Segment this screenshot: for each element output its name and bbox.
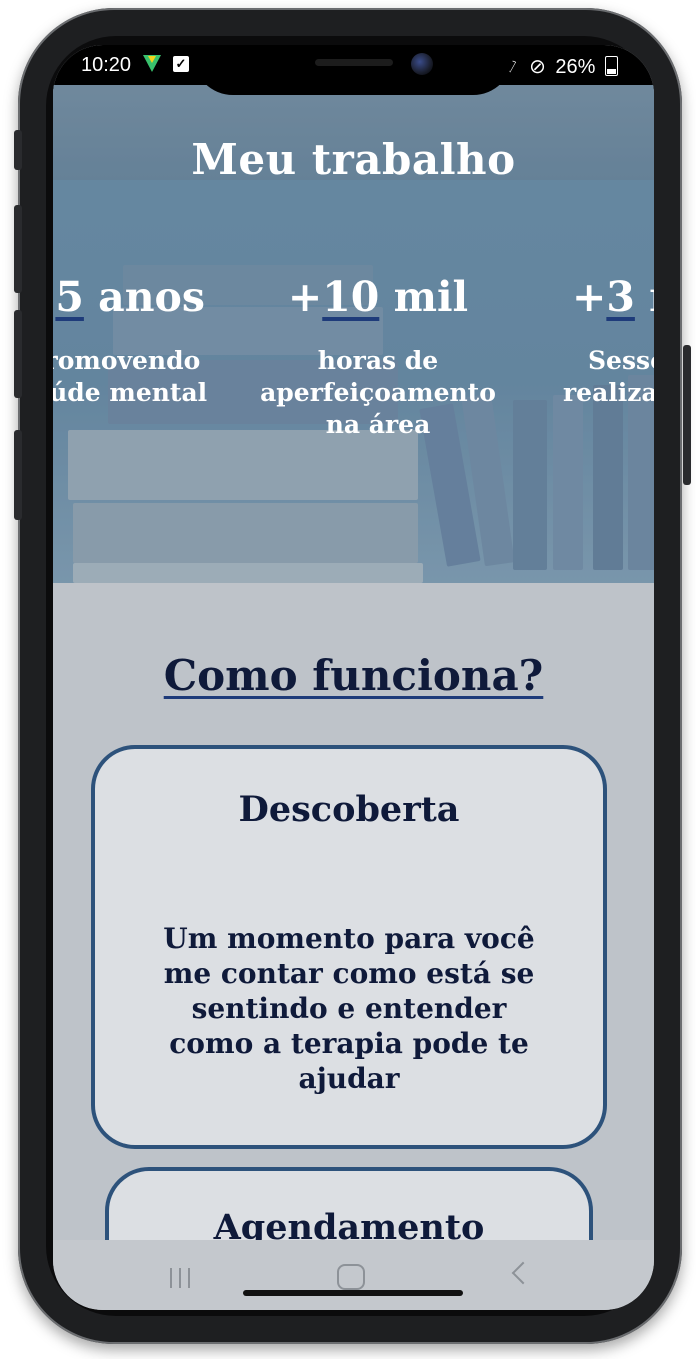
stat-sessions-number: +3 mil bbox=[572, 273, 654, 321]
battery-icon bbox=[605, 56, 618, 76]
stat-hours-number: +10 mil bbox=[287, 273, 469, 321]
home-gesture-pill[interactable] bbox=[243, 1290, 463, 1296]
stat-years-label: Promovendo saúde mental bbox=[53, 346, 208, 407]
home-icon[interactable] bbox=[337, 1264, 365, 1290]
phone-volume-up-button bbox=[14, 205, 22, 293]
phone-screen: Meu trabalho +5 anos Promovendo saúde me… bbox=[53, 45, 654, 1310]
phone-power-button bbox=[683, 345, 691, 485]
how-it-works-section: Como funciona? Descoberta Um momento par… bbox=[53, 583, 654, 1310]
step-card-title: Descoberta bbox=[238, 789, 460, 830]
back-icon[interactable] bbox=[511, 1261, 535, 1285]
step-card-text: Um momento para você me contar como está… bbox=[163, 922, 535, 1095]
hero-title: Meu trabalho bbox=[191, 135, 516, 184]
stat-years-number: +5 anos bbox=[53, 273, 205, 321]
front-camera-icon bbox=[411, 53, 433, 75]
phone-bixby-button bbox=[14, 430, 22, 520]
phone-side-button bbox=[14, 130, 22, 170]
stat-sessions-label: Sessões realizadas bbox=[563, 346, 654, 407]
stat-hours: +10 mil horas de aperfeiçoamento na área bbox=[243, 273, 513, 441]
stat-years: +5 anos Promovendo saúde mental bbox=[53, 273, 233, 409]
step-card-discovery: Descoberta Um momento para você me conta… bbox=[91, 745, 607, 1149]
status-right-group: ⌔ ⊘ 26% bbox=[497, 54, 618, 79]
do-not-disturb-icon: ⊘ bbox=[529, 56, 546, 78]
android-nav-bar bbox=[53, 1240, 654, 1310]
status-time: 10:20 bbox=[81, 54, 132, 76]
camera-notch bbox=[193, 45, 513, 95]
earpiece-speaker bbox=[315, 59, 393, 66]
battery-percent: 26% bbox=[555, 56, 596, 78]
how-it-works-title: Como funciona? bbox=[163, 651, 544, 700]
carrier-icon bbox=[143, 55, 161, 72]
check-notification-icon: ✓ bbox=[173, 56, 189, 72]
stat-hours-label: horas de aperfeiçoamento na área bbox=[260, 346, 496, 439]
phone-volume-down-button bbox=[14, 310, 22, 398]
stat-sessions: +3 mil Sessões realizadas bbox=[558, 273, 654, 409]
recent-apps-icon[interactable] bbox=[170, 1268, 194, 1288]
hero-section: Meu trabalho +5 anos Promovendo saúde me… bbox=[53, 85, 654, 583]
